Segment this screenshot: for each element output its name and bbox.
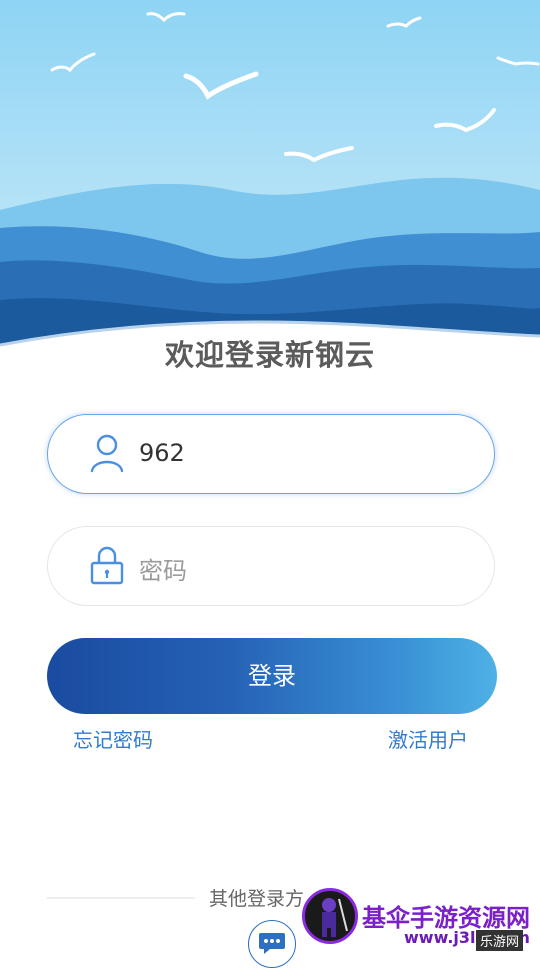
message-login-button[interactable] bbox=[248, 920, 296, 968]
login-button[interactable]: 登录 bbox=[47, 638, 497, 714]
forgot-password-link[interactable]: 忘记密码 bbox=[73, 724, 153, 753]
divider-left bbox=[47, 897, 195, 899]
chat-bubble-icon bbox=[259, 933, 285, 954]
watermark-tag: 乐游网 bbox=[476, 930, 524, 951]
username-value[interactable]: 962 bbox=[139, 439, 185, 467]
other-login-label: 其他登录方 bbox=[209, 888, 305, 910]
user-icon bbox=[90, 434, 124, 473]
watermark-logo bbox=[302, 888, 358, 944]
page-title: 欢迎登录新钢云 bbox=[164, 338, 375, 372]
ninja-icon bbox=[322, 898, 348, 937]
watermark: 基伞手游资源网 www.j3l3.com 乐游网 bbox=[300, 886, 540, 960]
activate-user-link[interactable]: 激活用户 bbox=[388, 724, 468, 753]
password-placeholder[interactable]: 密码 bbox=[139, 551, 187, 586]
hero-sea-illustration bbox=[0, 0, 540, 380]
password-field[interactable]: 密码 bbox=[47, 526, 495, 606]
username-field[interactable]: 962 bbox=[47, 414, 495, 494]
lock-icon bbox=[90, 546, 124, 585]
